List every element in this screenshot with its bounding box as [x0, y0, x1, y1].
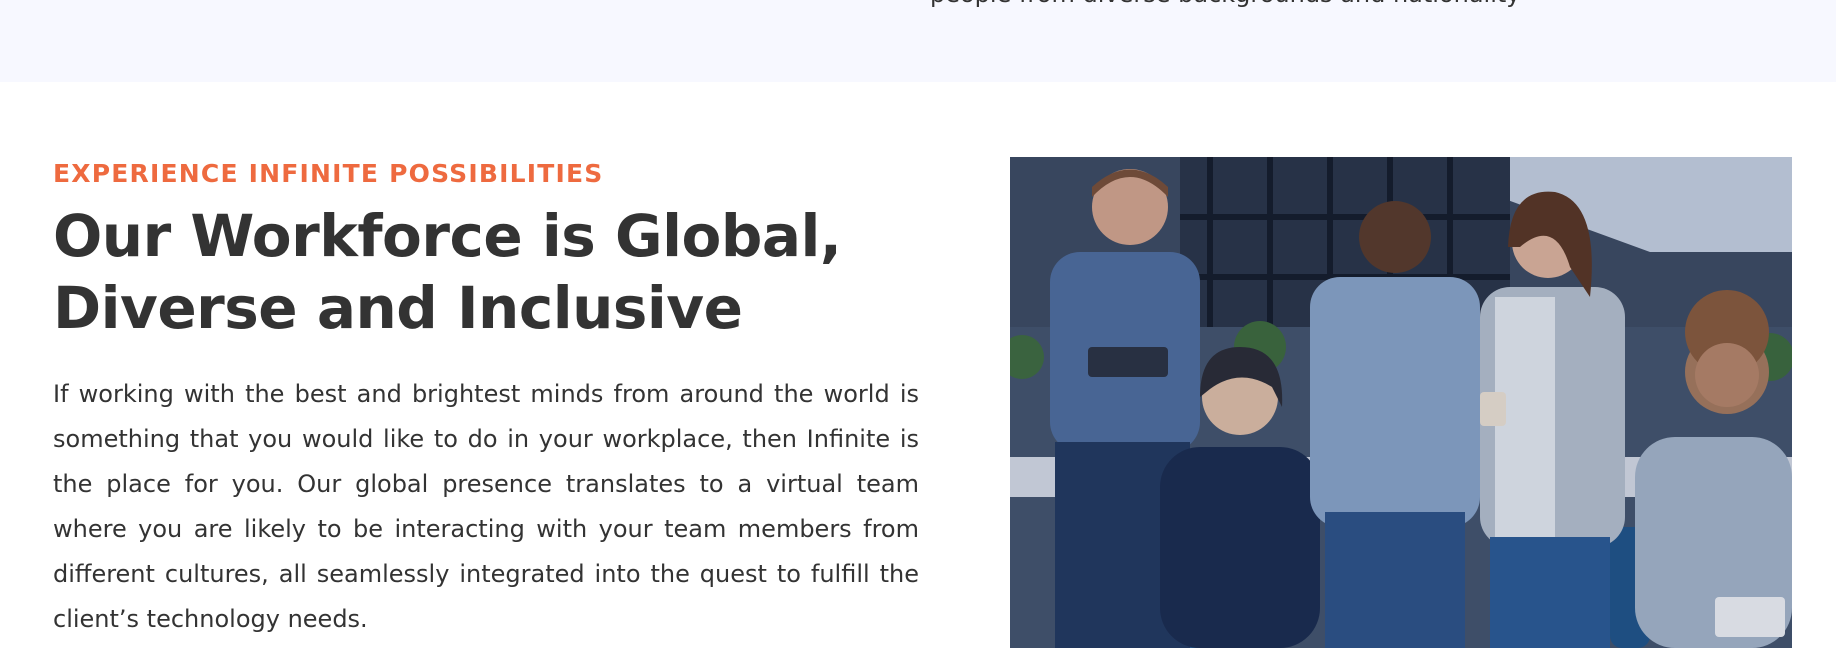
section-title: Our Workforce is Global, Diverse and Inc…	[53, 200, 919, 344]
top-band: people from diverse backgrounds and nati…	[0, 0, 1836, 82]
workforce-section: EXPERIENCE INFINITE POSSIBILITIES Our Wo…	[53, 156, 919, 642]
section-eyebrow: EXPERIENCE INFINITE POSSIBILITIES	[53, 159, 604, 188]
section-body: If working with the best and brightest m…	[53, 380, 919, 633]
title-line-1: Our Workforce is Global,	[53, 202, 842, 270]
team-photo	[1010, 157, 1792, 648]
clipped-text: people from diverse backgrounds and nati…	[930, 0, 1530, 8]
title-line-2: Diverse and Inclusive	[53, 274, 743, 342]
team-photo-illustration	[1010, 157, 1792, 648]
